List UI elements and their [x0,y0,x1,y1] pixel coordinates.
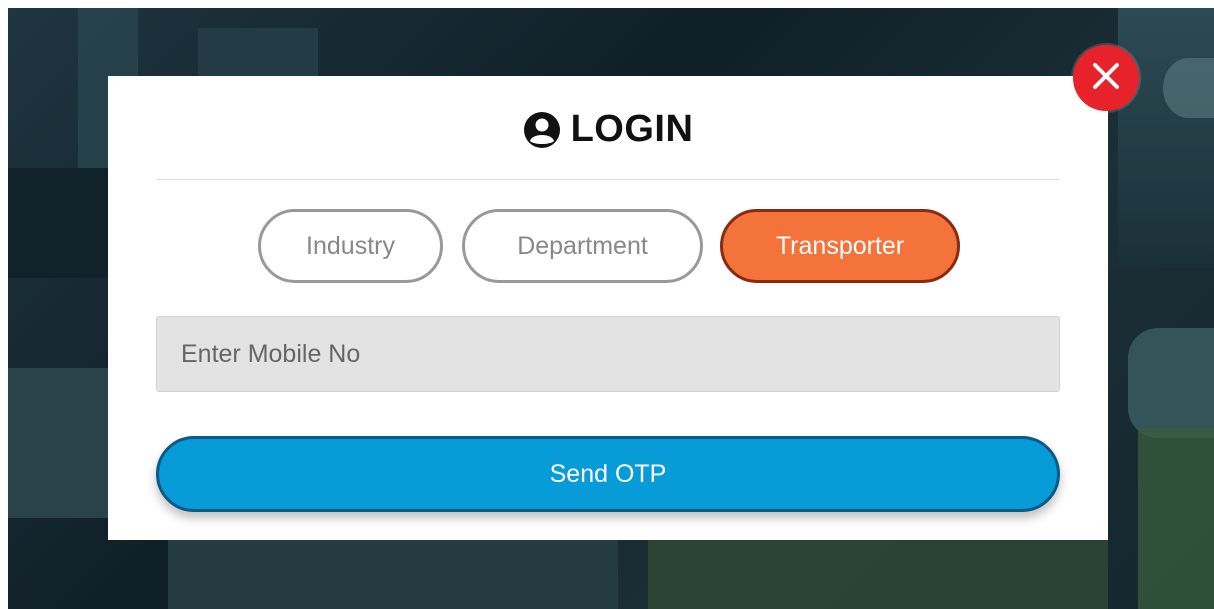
role-industry-button[interactable]: Industry [258,209,443,283]
page-title: LOGIN [570,108,694,150]
user-circle-icon [523,111,561,149]
mobile-number-input[interactable] [156,316,1060,392]
role-department-label: Department [517,231,648,260]
role-transporter-label: Transporter [775,231,905,260]
background-shape [8,368,108,518]
close-button[interactable] [1073,45,1139,111]
role-industry-label: Industry [306,231,395,260]
background-shape [1118,8,1214,268]
background-shape [1138,428,1214,609]
background-shape [1128,328,1214,438]
background-shape [1163,58,1214,118]
send-otp-button[interactable]: Send OTP [156,436,1060,512]
role-department-button[interactable]: Department [462,209,703,283]
background-shape [648,540,1108,609]
role-transporter-button[interactable]: Transporter [720,209,960,283]
send-otp-label: Send OTP [549,459,667,488]
background-shape [8,168,108,278]
login-modal: LOGIN Industry Department Transporter Se… [108,76,1108,540]
modal-header: LOGIN [108,108,1108,151]
close-icon [1089,59,1123,98]
background-shape [168,540,618,609]
divider [156,179,1060,180]
